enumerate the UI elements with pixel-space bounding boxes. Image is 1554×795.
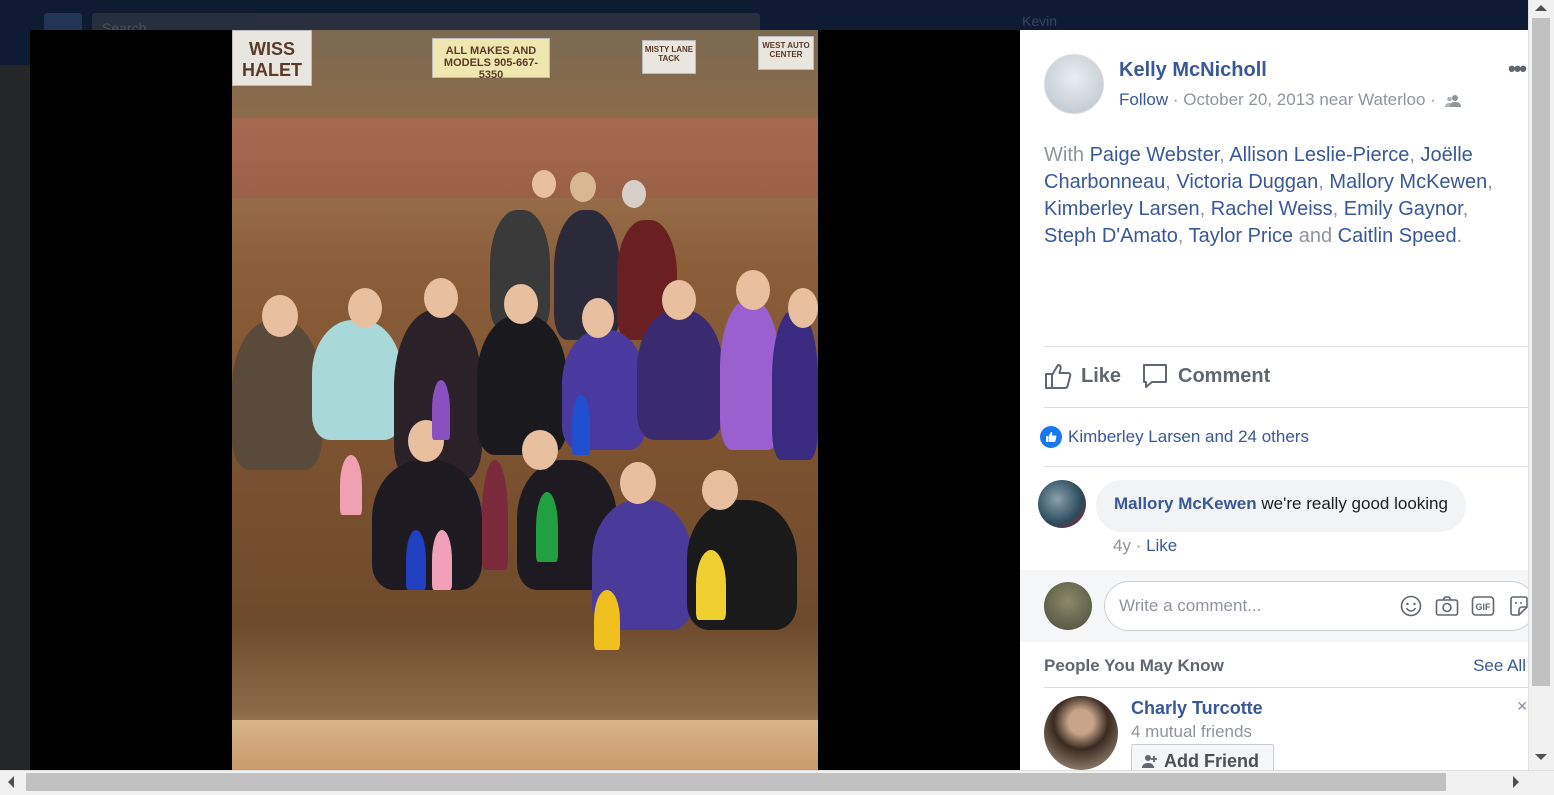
friends-audience-icon[interactable] xyxy=(1444,94,1461,108)
close-icon[interactable]: ✕ xyxy=(1516,698,1528,715)
viewer-avatar xyxy=(1044,582,1092,630)
comment-input[interactable]: Write a comment... GIF xyxy=(1104,581,1528,631)
arena-rail xyxy=(232,720,818,770)
tagged-person-link[interactable]: Mallory McKewen xyxy=(1329,171,1487,193)
comment-like-link[interactable]: Like xyxy=(1146,536,1177,555)
see-all-link[interactable]: See All xyxy=(1473,656,1526,676)
emoji-icon[interactable] xyxy=(1399,594,1423,618)
post-date-location: · October 20, 2013 near Waterloo · xyxy=(1168,90,1441,109)
suggested-friend-avatar[interactable] xyxy=(1044,696,1118,770)
comment-meta: 4y · Like xyxy=(1113,536,1178,555)
with-prefix: With xyxy=(1044,144,1090,166)
tagged-people: With Paige Webster, Allison Leslie-Pierc… xyxy=(1044,144,1493,247)
like-reaction-icon xyxy=(1040,426,1062,448)
add-friend-button[interactable]: Add Friend xyxy=(1131,744,1274,770)
commenter-name-link[interactable]: Mallory McKewen xyxy=(1114,494,1257,513)
tagged-person-link[interactable]: Emily Gaynor xyxy=(1344,198,1463,220)
suggested-friend-name-link[interactable]: Charly Turcotte xyxy=(1131,698,1263,719)
photo-banner: WEST AUTO CENTER xyxy=(758,36,814,70)
scroll-down-arrow-icon[interactable] xyxy=(1535,754,1547,760)
commenter-avatar[interactable] xyxy=(1038,480,1086,528)
more-options-icon[interactable]: ••• xyxy=(1508,56,1527,82)
like-label: Like xyxy=(1081,364,1122,387)
scroll-right-arrow-icon[interactable] xyxy=(1513,776,1519,788)
tagged-person-link[interactable]: Paige Webster xyxy=(1090,144,1220,166)
mutual-friends-count[interactable]: 4 mutual friends xyxy=(1131,722,1252,742)
tagged-person-link[interactable]: Kimberley Larsen xyxy=(1044,198,1200,220)
author-name-link[interactable]: Kelly McNicholl xyxy=(1119,59,1267,82)
comment-placeholder: Write a comment... xyxy=(1119,596,1262,615)
comment-label: Comment xyxy=(1178,364,1271,387)
scroll-up-arrow-icon[interactable] xyxy=(1535,5,1547,11)
tagged-person-link[interactable]: Steph D'Amato xyxy=(1044,225,1178,247)
comment-bubble: Mallory McKewen we're really good lookin… xyxy=(1096,480,1466,532)
rider-group xyxy=(232,170,818,650)
compose-icons: GIF xyxy=(1399,594,1528,618)
tagged-person-link[interactable]: Taylor Price xyxy=(1189,225,1293,247)
photo-stage[interactable]: WISS HALET ALL MAKES AND MODELS 905-667-… xyxy=(30,30,1020,770)
tagged-person-link[interactable]: Caitlin Speed xyxy=(1338,225,1457,247)
scroll-left-arrow-icon[interactable] xyxy=(8,776,14,788)
likes-summary-text: Kimberley Larsen and 24 others xyxy=(1068,427,1309,446)
camera-icon[interactable] xyxy=(1435,594,1459,618)
comment-button[interactable]: Comment xyxy=(1141,362,1270,390)
divider xyxy=(1044,407,1528,408)
photo-banner: ALL MAKES AND MODELS 905-667-5350 xyxy=(432,38,550,81)
reactions-summary[interactable]: Kimberley Larsen and 24 others xyxy=(1040,426,1309,448)
comment-age: 4y xyxy=(1113,536,1131,555)
vertical-scrollbar-thumb[interactable] xyxy=(1532,18,1550,686)
post-meta: Follow · October 20, 2013 near Waterloo … xyxy=(1119,90,1461,110)
comment-text: we're really good looking xyxy=(1261,494,1448,513)
gif-icon[interactable]: GIF xyxy=(1471,594,1495,618)
horizontal-scrollbar-thumb[interactable] xyxy=(26,773,1446,791)
follow-link[interactable]: Follow xyxy=(1119,90,1168,109)
background-left-gutter xyxy=(0,65,30,770)
post-photo: WISS HALET ALL MAKES AND MODELS 905-667-… xyxy=(232,30,818,770)
comment-icon xyxy=(1143,364,1167,388)
photo-banner: MISTY LANE TACK xyxy=(642,40,696,74)
author-avatar[interactable] xyxy=(1044,54,1104,114)
svg-text:GIF: GIF xyxy=(1476,602,1492,612)
divider xyxy=(1044,466,1528,467)
pymk-title: People You May Know xyxy=(1044,656,1224,675)
tagged-person-link[interactable]: Rachel Weiss xyxy=(1211,198,1333,220)
sticker-icon[interactable] xyxy=(1507,594,1528,618)
thumbs-up-icon xyxy=(1045,364,1072,389)
add-friend-icon xyxy=(1142,755,1157,768)
like-button[interactable]: Like xyxy=(1044,362,1121,390)
add-friend-label: Add Friend xyxy=(1164,750,1259,771)
and-word: and xyxy=(1293,225,1338,247)
tagged-person-link[interactable]: Allison Leslie-Pierce xyxy=(1229,144,1409,166)
post-panel: Kelly McNicholl Follow · October 20, 201… xyxy=(1020,30,1528,770)
divider xyxy=(1044,687,1528,688)
tagged-person-link[interactable]: Victoria Duggan xyxy=(1176,171,1318,193)
photo-banner: WISS HALET xyxy=(232,30,312,86)
divider xyxy=(1044,346,1528,347)
